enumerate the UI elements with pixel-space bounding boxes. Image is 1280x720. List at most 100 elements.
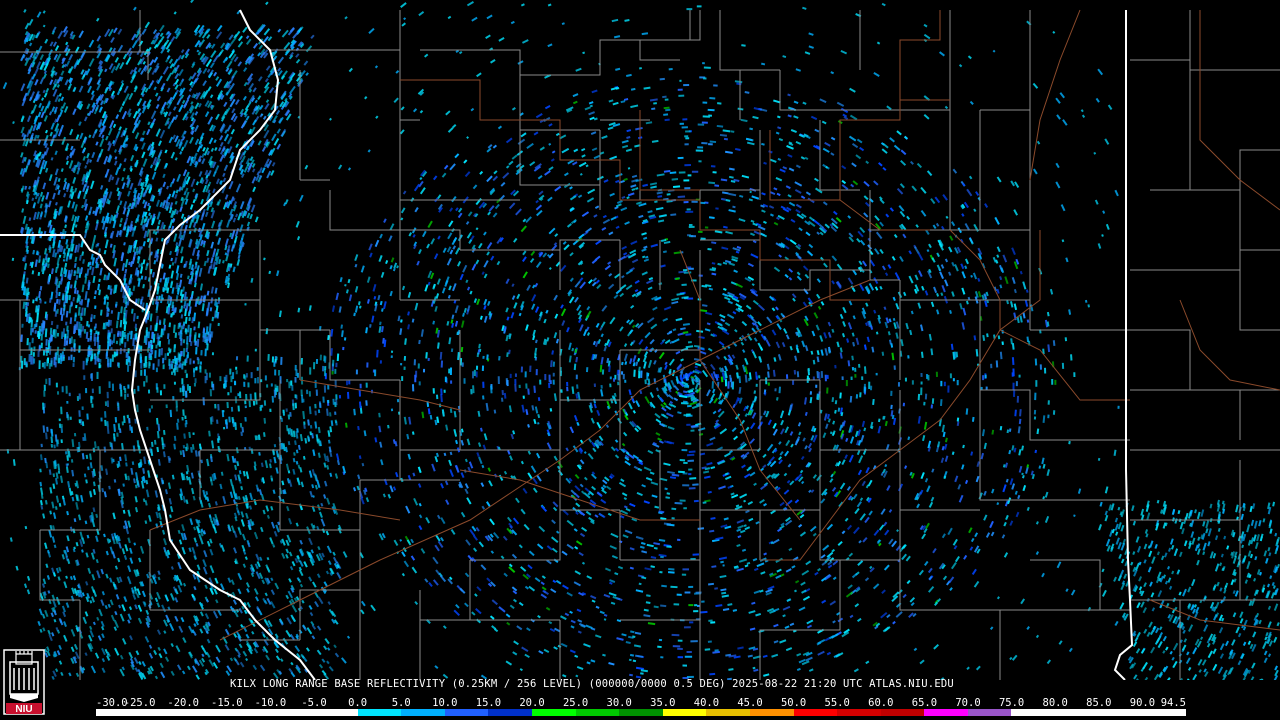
- echo-speck: [868, 510, 873, 516]
- echo-speck: [508, 160, 514, 166]
- echo-speck: [607, 126, 614, 131]
- echo-speck: [1098, 524, 1102, 531]
- echo-speck: [548, 142, 552, 146]
- echo-speck: [859, 392, 862, 398]
- echo-speck: [254, 216, 259, 223]
- echo-speck: [192, 432, 195, 435]
- echo-speck: [802, 265, 809, 271]
- echo-speck: [940, 380, 943, 387]
- echo-speck: [601, 489, 607, 495]
- echo-speck: [678, 171, 686, 174]
- echo-speck: [635, 178, 643, 183]
- echo-speck: [346, 391, 350, 399]
- echo-speck: [577, 194, 583, 199]
- echo-speck: [591, 258, 598, 264]
- echo-speck: [721, 594, 729, 598]
- echo-speck: [745, 304, 752, 310]
- echo-speck: [379, 441, 383, 448]
- echo-speck: [117, 44, 124, 53]
- echo-speck: [254, 99, 258, 104]
- echo-speck: [618, 481, 627, 488]
- echo-speck: [682, 323, 690, 326]
- echo-speck: [879, 198, 885, 205]
- echo-speck: [611, 395, 615, 400]
- echo-speck: [695, 591, 702, 594]
- echo-speck: [609, 316, 616, 325]
- echo-speck: [32, 299, 35, 304]
- echo-speck: [217, 237, 222, 246]
- echo-speck: [576, 665, 584, 671]
- echo-speck: [627, 402, 633, 410]
- echo-speck: [832, 420, 836, 425]
- echo-speck: [383, 218, 387, 223]
- echo-speck: [574, 654, 579, 658]
- echo-speck: [892, 296, 896, 301]
- echo-speck: [574, 485, 581, 492]
- echo-speck: [703, 475, 711, 479]
- echo-speck: [132, 285, 136, 292]
- echo-speck: [631, 258, 639, 264]
- echo-speck: [701, 142, 708, 145]
- echo-speck: [619, 284, 627, 290]
- echo-speck: [635, 361, 639, 367]
- echo-speck: [997, 335, 1001, 340]
- echo-speck: [720, 318, 726, 323]
- echo-speck: [56, 324, 59, 329]
- echo-speck: [448, 337, 452, 345]
- echo-speck: [257, 52, 262, 57]
- echo-speck: [882, 166, 887, 171]
- echo-speck: [527, 424, 530, 428]
- echo-speck: [753, 668, 759, 672]
- echo-speck: [201, 153, 205, 158]
- echo-speck: [931, 468, 935, 473]
- echo-speck: [697, 123, 705, 126]
- echo-speck: [736, 372, 739, 378]
- echo-speck: [863, 427, 867, 432]
- echo-speck: [708, 287, 714, 291]
- echo-speck: [1087, 304, 1090, 308]
- echo-speck: [848, 232, 854, 238]
- echo-speck: [637, 357, 641, 362]
- echo-speck: [858, 539, 862, 544]
- echo-speck: [647, 622, 656, 626]
- echo-speck: [880, 508, 886, 515]
- echo-speck: [353, 487, 357, 492]
- echo-speck: [140, 217, 145, 226]
- echo-speck: [706, 462, 713, 466]
- echo-speck: [719, 574, 727, 579]
- echo-speck: [775, 306, 779, 311]
- echo-speck: [859, 513, 866, 521]
- echo-speck: [140, 70, 145, 75]
- echo-speck: [58, 291, 61, 297]
- echo-speck: [944, 258, 949, 263]
- echo-speck: [530, 250, 536, 256]
- echo-speck: [87, 85, 92, 94]
- echo-speck: [677, 538, 681, 541]
- echo-speck: [199, 361, 202, 365]
- echo-speck: [122, 167, 126, 172]
- echo-speck: [638, 366, 641, 373]
- echo-speck: [579, 532, 586, 538]
- echo-speck: [1097, 68, 1104, 76]
- echo-speck: [728, 209, 736, 213]
- echo-speck: [214, 287, 218, 294]
- echo-speck: [690, 235, 696, 238]
- echo-speck: [812, 376, 815, 380]
- echo-speck: [595, 605, 600, 609]
- echo-speck: [848, 236, 855, 243]
- echo-speck: [1003, 521, 1007, 527]
- echo-speck: [795, 140, 802, 145]
- echo-speck: [593, 398, 597, 404]
- echo-speck: [560, 389, 563, 393]
- echo-speck: [427, 357, 430, 362]
- echo-speck: [653, 359, 657, 365]
- echo-speck: [812, 474, 817, 479]
- echo-speck: [884, 529, 890, 536]
- echo-speck: [965, 408, 969, 415]
- echo-speck: [429, 414, 433, 420]
- echo-speck: [442, 247, 447, 254]
- echo-speck: [948, 576, 955, 584]
- echo-speck: [711, 262, 716, 265]
- echo-speck: [1032, 82, 1039, 89]
- echo-speck: [1047, 414, 1050, 419]
